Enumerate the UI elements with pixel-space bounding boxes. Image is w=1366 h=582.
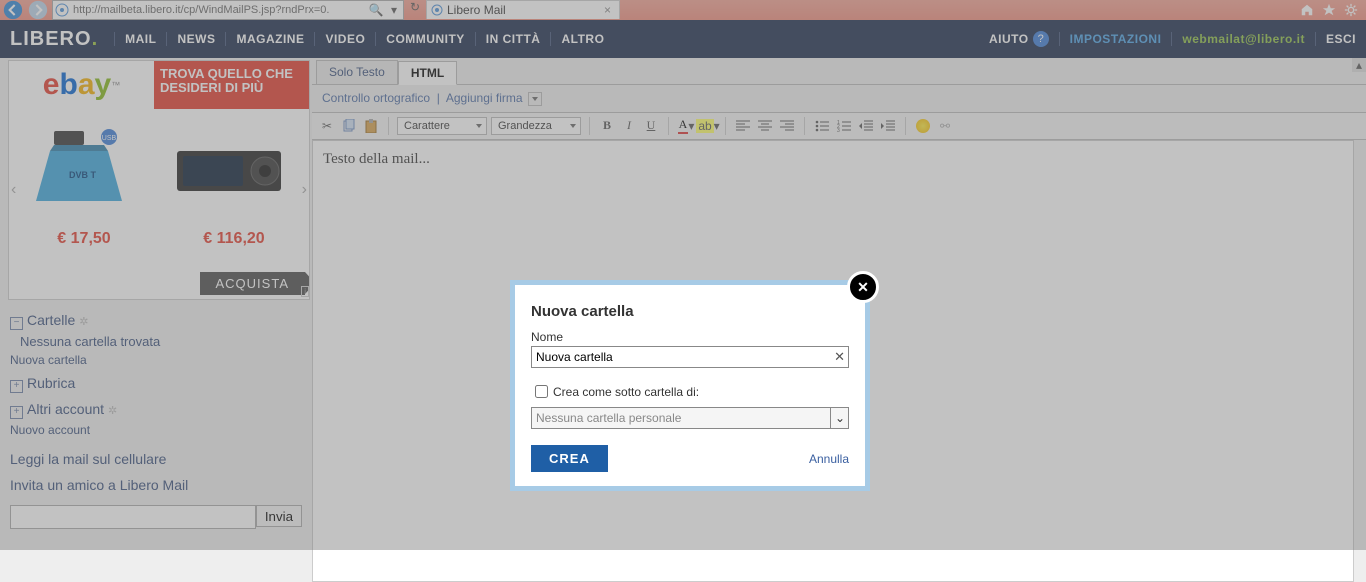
subfolder-label: Crea come sotto cartella di: xyxy=(553,385,699,399)
chevron-down-icon[interactable]: ⌄ xyxy=(830,407,849,429)
new-folder-dialog: ✕ Nuova cartella Nome ✕ Crea come sotto … xyxy=(510,280,870,491)
clear-input-icon[interactable]: ✕ xyxy=(834,349,845,365)
dialog-close-icon[interactable]: ✕ xyxy=(847,271,879,303)
subfolder-checkbox[interactable] xyxy=(535,385,548,398)
create-button[interactable]: CREA xyxy=(531,445,608,472)
parent-folder-select[interactable]: Nessuna cartella personale ⌄ xyxy=(531,407,849,429)
dialog-title: Nuova cartella xyxy=(531,303,849,320)
folder-name-input[interactable] xyxy=(531,346,849,368)
cancel-link[interactable]: Annulla xyxy=(809,452,849,466)
name-label: Nome xyxy=(531,330,849,344)
